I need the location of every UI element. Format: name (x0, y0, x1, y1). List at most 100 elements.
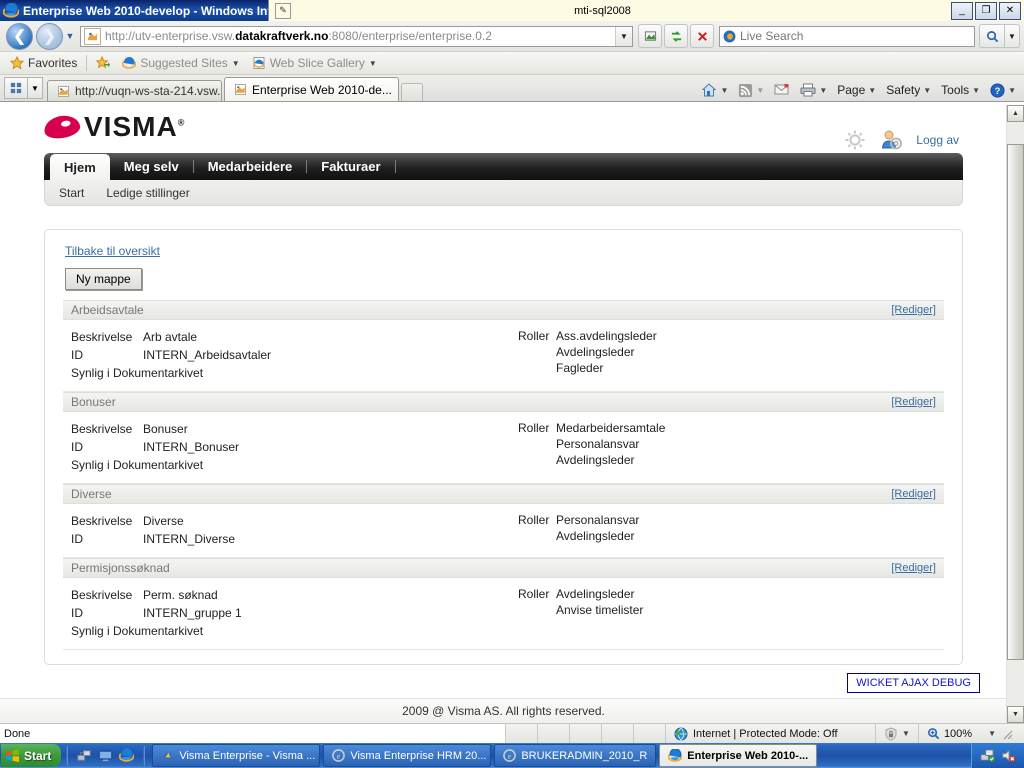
refresh-button[interactable] (664, 24, 688, 48)
browser-tab-2[interactable]: Enterprise Web 2010-de... ✖ (224, 77, 399, 101)
web-slice-gallery-button[interactable]: Web Slice Gallery ▼ (246, 56, 383, 70)
page-menu-button[interactable]: Page ▼ (833, 82, 880, 98)
network-icon[interactable] (77, 748, 92, 763)
restore-button[interactable]: ❐ (975, 2, 997, 20)
taskbar-item-brukeradmin[interactable]: e BRUKERADMIN_2010_R (494, 744, 657, 767)
scroll-up-button[interactable]: ▲ (1007, 105, 1024, 122)
search-input[interactable]: Live Search (719, 25, 975, 47)
section-details: Beskrivelse Perm. søknad ID INTERN_grupp… (63, 586, 518, 640)
chevron-down-icon[interactable]: ▼ (756, 86, 764, 95)
window-title-bar: ✎ mti-sql2008 Enterprise Web 2010-develo… (0, 0, 1024, 21)
suggested-sites-button[interactable]: Suggested Sites ▼ (116, 56, 245, 70)
role-item: Fagleder (556, 361, 604, 375)
chevron-down-icon[interactable]: ▼ (1008, 86, 1016, 95)
edit-link[interactable]: [Rediger] (891, 396, 936, 408)
quick-tabs-button[interactable] (4, 77, 28, 99)
browser-tab-1[interactable]: http://vuqn-ws-sta-214.vsw... (47, 80, 222, 101)
taskbar-item-enterprise-web[interactable]: Enterprise Web 2010-... (659, 744, 818, 767)
visible-in-archive-text: Synlig i Dokumentarkivet (71, 458, 204, 472)
internet-explorer-icon: e (332, 749, 346, 762)
protected-mode-indicator[interactable]: ▼ (875, 723, 918, 744)
chevron-down-icon[interactable]: ▼ (819, 86, 827, 95)
zoom-level-label: 100% (943, 727, 973, 740)
edit-link[interactable]: [Rediger] (891, 562, 936, 574)
nav-tab-medarbeidere[interactable]: Medarbeidere (194, 153, 307, 180)
nav-tab-hjem[interactable]: Hjem (50, 154, 110, 180)
label-id: ID (71, 440, 83, 454)
browser-tab-2-label: Enterprise Web 2010-de... (252, 82, 392, 97)
show-desktop-icon[interactable] (98, 748, 113, 763)
nav-tab-fakturaer[interactable]: Fakturaer (307, 153, 394, 180)
forward-button[interactable]: ❯ (36, 22, 63, 50)
resize-grip-icon[interactable] (1000, 727, 1014, 741)
close-button[interactable]: ✕ (999, 2, 1021, 20)
roles-list: Personalansvar Avdelingsleder (556, 512, 639, 544)
help-menu-button[interactable]: ? ▼ (986, 82, 1020, 99)
home-button[interactable]: ▼ (697, 81, 732, 99)
new-folder-button[interactable]: Ny mappe (65, 268, 142, 290)
internet-explorer-icon[interactable] (119, 748, 135, 763)
user-settings-icon[interactable] (880, 129, 903, 151)
role-item: Avdelingsleder (556, 587, 635, 601)
tab-list-dropdown-icon[interactable]: ▼ (28, 77, 43, 99)
search-go-button[interactable] (979, 24, 1005, 48)
role-item: Ass.avdelingsleder (556, 329, 657, 343)
scrollbar-thumb[interactable] (1007, 144, 1024, 660)
volume-muted-icon[interactable] (1001, 748, 1016, 763)
favorites-button[interactable]: Favorites (4, 56, 83, 70)
status-message: Done (0, 723, 506, 744)
edit-link[interactable]: [Rediger] (891, 488, 936, 500)
edit-link[interactable]: [Rediger] (891, 304, 936, 316)
star-icon (10, 56, 24, 70)
compatibility-view-button[interactable] (638, 24, 662, 48)
zoom-control[interactable]: 100% ▼ (917, 723, 1024, 744)
safety-menu-button[interactable]: Safety ▼ (882, 82, 935, 98)
feeds-button[interactable]: ▼ (734, 82, 768, 99)
nav-tab-meg-selv[interactable]: Meg selv (110, 153, 193, 180)
subnav-item-ledige-stillinger[interactable]: Ledige stillinger (106, 186, 189, 200)
search-provider-dropdown-icon[interactable]: ▼ (1005, 24, 1020, 48)
windows-taskbar: Start Visma Enterprise - Visma ... e Vis… (0, 743, 1024, 768)
url-domain: datakraftverk.no (235, 29, 329, 43)
start-button[interactable]: Start (1, 744, 62, 767)
print-button[interactable]: ▼ (796, 82, 831, 98)
security-zone[interactable]: Internet | Protected Mode: Off (666, 727, 875, 741)
scroll-down-button[interactable]: ▼ (1007, 706, 1024, 723)
suggested-sites-label: Suggested Sites (140, 56, 228, 70)
back-button[interactable]: ❮ (6, 22, 33, 50)
new-tab-button[interactable] (401, 83, 423, 101)
logout-link[interactable]: Logg av (916, 133, 959, 147)
stop-button[interactable] (690, 24, 714, 48)
gear-icon[interactable] (844, 129, 866, 151)
detail-row-description: Beskrivelse Arb avtale (71, 328, 518, 346)
back-to-overview-link[interactable]: Tilbake til oversikt (65, 244, 160, 258)
add-to-favorites-bar-button[interactable] (90, 56, 116, 70)
visible-in-archive-text: Synlig i Dokumentarkivet (71, 624, 204, 638)
subnav-item-start[interactable]: Start (59, 186, 84, 200)
address-dropdown-icon[interactable]: ▼ (615, 26, 632, 46)
taskbar-item-visma-enterprise[interactable]: Visma Enterprise - Visma ... (152, 744, 321, 767)
secondary-window-titlebar[interactable]: ✎ mti-sql2008 (268, 0, 1024, 21)
address-bar[interactable]: http://utv-enterprise.vsw.datakraftverk.… (80, 25, 633, 47)
page-scrollbar[interactable]: ▲ ▼ (1006, 105, 1024, 723)
status-cell (570, 723, 602, 744)
minimize-button[interactable]: _ (951, 2, 973, 20)
chevron-down-icon[interactable]: ▼ (988, 729, 996, 738)
role-item: Avdelingsleder (556, 345, 635, 359)
nav-tab-medarbeidere-label: Medarbeidere (207, 159, 293, 174)
chevron-down-icon[interactable]: ▼ (902, 729, 910, 738)
taskbar-item-visma-hrm[interactable]: e Visma Enterprise HRM 20... (323, 744, 492, 767)
read-mail-button[interactable] (770, 82, 794, 98)
address-bar-url[interactable]: http://utv-enterprise.vsw.datakraftverk.… (105, 29, 615, 43)
status-cell (634, 723, 666, 744)
folder-section-bonuser: Bonuser [Rediger] Beskrivelse Bonuser ID… (63, 392, 944, 484)
recent-pages-dropdown-icon[interactable]: ▼ (63, 31, 77, 41)
search-placeholder: Live Search (740, 29, 804, 43)
tools-menu-button[interactable]: Tools ▼ (937, 82, 984, 98)
chevron-down-icon[interactable]: ▼ (720, 86, 728, 95)
wicket-ajax-debug-badge[interactable]: WICKET AJAX DEBUG (847, 673, 980, 693)
section-header: Permisjonssøknad [Rediger] (63, 558, 944, 578)
header-actions: Logg av (844, 129, 959, 151)
network-tray-icon[interactable] (980, 748, 995, 763)
internet-explorer-icon: e (503, 749, 517, 762)
